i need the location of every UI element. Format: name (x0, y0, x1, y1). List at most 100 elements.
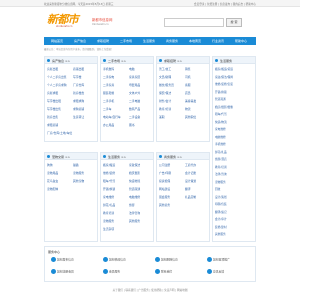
nav-item-business[interactable]: 商务服务 (161, 37, 183, 45)
help-item[interactable]: 意见反馈 (207, 269, 224, 275)
nav-item-news[interactable]: 行业资讯 (207, 37, 229, 45)
list-item[interactable]: 其他商务 (157, 203, 211, 208)
list-item[interactable]: 二手家具 母婴用品 (101, 83, 155, 88)
main-nav: 网站首页 房产信息 求职招聘 二手市场 生活服务 商务服务 本地黄页 行业资讯 … (44, 37, 256, 45)
list-item[interactable]: 写字楼出售 求购商铺 (45, 107, 99, 112)
right-list-item[interactable]: 印刷/包装 (215, 202, 255, 206)
nav-item-secondhand[interactable]: 二手市场 (115, 37, 137, 45)
list-item[interactable]: 展会服务 礼品定制 (157, 195, 211, 200)
panel-title[interactable]: 生活服务 (220, 59, 232, 63)
right-list-item[interactable]: 搬家/搬运/货运 (215, 67, 255, 71)
nav-item-help[interactable]: 帮助中心 (230, 37, 252, 45)
list-item[interactable]: 普工/技工 销售 (157, 67, 211, 72)
panel-house: 房产信息 >> 房屋出租 商铺出租 个人二手房出售 写字楼 个人二手房求购 厂房仓库 … (44, 56, 98, 142)
list-item[interactable]: 二手手机 二手电脑 (101, 99, 155, 104)
help-item[interactable]: 如何删除信息 (155, 257, 178, 263)
help-item[interactable]: 如何发布信息 (51, 257, 74, 263)
right-list-item[interactable]: 会计/审计 (215, 217, 255, 221)
nav-item-life[interactable]: 生活服务 (138, 37, 160, 45)
panel-title[interactable]: 宠物交易 >> (52, 155, 70, 159)
list-item[interactable]: 新房出售 生意转让 (45, 115, 99, 120)
list-item[interactable]: 广告/印刷 会计记账 (157, 171, 211, 176)
list-item[interactable]: 家电维修 电脑维修 (101, 195, 155, 200)
right-list-item[interactable]: 翻译/速记 (215, 210, 255, 214)
right-list-item[interactable]: 回收 (215, 187, 255, 191)
help-item[interactable]: 联系我们 (155, 269, 172, 275)
right-list-item[interactable]: 鲜花/礼品 (215, 150, 255, 154)
nav-item-home[interactable]: 网站首页 (46, 37, 68, 45)
right-list-item[interactable]: 电脑维修 (215, 135, 255, 139)
right-list-item[interactable]: 法律/咨询 (215, 172, 255, 176)
help-item[interactable]: 如何修改信息 (103, 257, 126, 263)
panel-title[interactable]: 房产信息 >> (52, 59, 70, 63)
footer-links[interactable]: 关于我们 | 联系我们 | 广告服务 | 使用帮助 | 免责声明 | 网站地图 (44, 288, 256, 296)
list-item[interactable]: 宠物服务 其他服务 (101, 219, 155, 224)
nav-item-house[interactable]: 房产信息 (69, 37, 91, 45)
list-item[interactable]: 办公用品 图书 (101, 123, 155, 128)
list-item[interactable]: 电动车/自行车 二手设备 (101, 115, 155, 120)
list-item[interactable]: 网站建设 翻译 (157, 187, 211, 192)
right-list-item[interactable]: 宠物服务 (215, 180, 255, 184)
right-list-item[interactable]: 其他服务 (215, 232, 255, 236)
right-list-item[interactable]: 设计/策划 (215, 195, 255, 199)
info-icon (103, 257, 108, 262)
list-item[interactable]: 保安/保洁 店员 (157, 91, 211, 96)
help-item[interactable]: 如何置顶推广 (207, 257, 230, 263)
list-item[interactable]: 投资担保 设计策划 (157, 179, 211, 184)
right-list-item[interactable]: 快递/物流 (215, 120, 255, 124)
list-item[interactable]: 租车/代驾 快递物流 (101, 179, 155, 184)
list-item[interactable]: 二手车 数码产品 (101, 107, 155, 112)
list-item[interactable]: 财务/会计 美容美发 (157, 99, 211, 104)
list-item[interactable]: 二手家电 家具家居 (101, 75, 155, 80)
list-item[interactable]: 宠物配种 (45, 187, 99, 192)
list-item[interactable]: 房屋求租 新房楼盘 (45, 91, 99, 96)
list-item[interactable]: 房屋出租 商铺出租 (45, 67, 99, 72)
list-item[interactable]: 手机数码 电脑 (101, 67, 155, 72)
site-logo[interactable]: 新都市 xinduoshi.cn (44, 10, 88, 32)
list-item[interactable]: 餐饮/服务员 客服 (157, 83, 211, 88)
info-icon (207, 269, 212, 274)
list-item[interactable]: 花鸟鱼虫 其他宠物 (45, 179, 99, 184)
list-item[interactable]: 文员/助理 司机 (157, 75, 211, 80)
right-list-item[interactable]: 装修/建材 (215, 225, 255, 229)
right-list-item[interactable]: 家电维修 (215, 127, 255, 131)
panel-title[interactable]: 商务服务 >> (164, 155, 182, 159)
list-item[interactable]: 厂房/仓库/土地/车位 (45, 131, 99, 136)
nav-item-yellowpages[interactable]: 本地黄页 (184, 37, 206, 45)
list-item[interactable]: 生活杂项 (101, 227, 155, 232)
help-item[interactable]: 如何注册会员 (51, 269, 74, 275)
list-item[interactable]: 公司注册 工商代办 (157, 163, 211, 168)
list-item[interactable]: 开锁/换锁 管道疏通 (101, 187, 155, 192)
right-list-item[interactable]: 开锁/换锁 (215, 90, 255, 94)
panel-title[interactable]: 二手市场 >> (108, 59, 126, 63)
list-item[interactable]: 维修/装修 婚庆摄影 (101, 171, 155, 176)
list-item[interactable]: 个人二手房出售 写字楼 (45, 75, 99, 80)
help-item[interactable]: 会员服务 (103, 269, 120, 275)
list-item[interactable]: 鲜花/礼品 旅游 (101, 203, 155, 208)
list-item[interactable]: 求租商铺 (45, 123, 99, 128)
right-list-item[interactable]: 租车/代驾 (215, 112, 255, 116)
list-item[interactable]: 教育培训 法律咨询 (101, 211, 155, 216)
list-item[interactable]: 服装鞋帽 文体户外 (101, 91, 155, 96)
right-list-item[interactable]: 家政/保洁/保姆 (215, 75, 255, 79)
search-button[interactable]: 搜 索 (226, 18, 242, 27)
list-item[interactable]: 教育/培训 物流 (157, 107, 211, 112)
list-item[interactable]: 狗狗 猫猫 (45, 163, 99, 168)
list-item[interactable]: 写字楼出租 求租求购 (45, 99, 99, 104)
right-list-item[interactable]: 教育/培训 (215, 165, 255, 169)
list-item[interactable]: 个人二手房求购 厂房仓库 (45, 83, 99, 88)
right-list-item[interactable]: 婚庆/摄影/摄像 (215, 105, 255, 109)
top-links[interactable]: 会员登录 | 免费注册 | 信息发布 | 我的后台 | 帮助中心 (194, 2, 256, 6)
list-item[interactable]: 搬家/搬运 家政保洁 (101, 163, 155, 168)
list-item[interactable]: 兼职 其他职位 (157, 115, 211, 120)
right-list-item[interactable]: 旅游/酒店 (215, 157, 255, 161)
right-list-item[interactable]: 管道疏通 (215, 97, 255, 101)
nav-item-jobs[interactable]: 求职招聘 (92, 37, 114, 45)
right-list-item[interactable]: 手机维修 (215, 142, 255, 146)
panel-title[interactable]: 生活服务 >> (108, 155, 126, 159)
panel-title[interactable]: 求职招聘 >> (164, 59, 182, 63)
info-icon (51, 257, 56, 262)
search-input[interactable] (165, 19, 223, 26)
right-list-item[interactable]: 维修/装修/安装 (215, 82, 255, 86)
list-item[interactable]: 宠物用品 宠物服务 (45, 171, 99, 176)
